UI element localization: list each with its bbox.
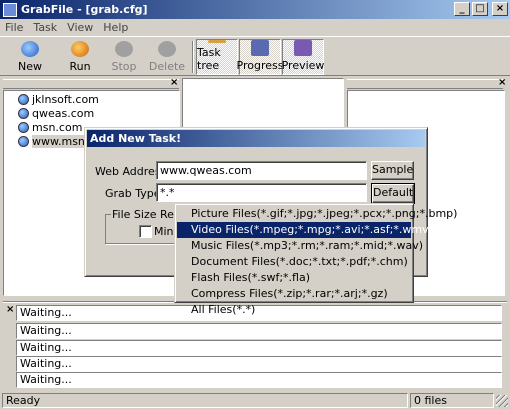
task-tree-pane-header — [3, 79, 179, 89]
globe-icon — [18, 108, 29, 119]
preview-button[interactable]: Preview — [282, 39, 324, 75]
grab-type-input[interactable]: *.* — [156, 183, 367, 202]
run-label: Run — [69, 60, 91, 73]
task-tree-label: Task tree — [197, 46, 221, 72]
task-tree-pane-close-icon[interactable]: × — [170, 78, 178, 88]
globe-icon — [18, 136, 29, 147]
status-row[interactable]: Waiting... — [16, 340, 502, 356]
title-bar: GrabFile - [grab.cfg] _ □ × — [0, 0, 510, 19]
menu-item-flash-files[interactable]: Flash Files(*.swf;*.fla) — [177, 270, 411, 286]
min-checkbox[interactable] — [139, 225, 152, 238]
window-title: GrabFile - [grab.cfg] — [21, 3, 148, 16]
progress-label: Progress — [236, 59, 284, 72]
status-text: Ready — [2, 393, 408, 408]
grab-type-menu: Picture Files(*.gif;*.jpg;*.jpeg;*.pcx;*… — [174, 203, 457, 316]
run-icon — [71, 41, 89, 57]
task-tree-icon — [208, 40, 226, 43]
stop-label: Stop — [111, 60, 137, 73]
maximize-button[interactable]: □ — [472, 2, 488, 16]
app-icon — [3, 2, 17, 17]
menu-view[interactable]: View — [62, 21, 98, 34]
web-address-input[interactable]: www.qweas.com — [156, 161, 367, 180]
tree-item[interactable]: qweas.com — [18, 107, 94, 120]
menu-item-video-files[interactable]: Video Files(*.mpeg;*.mpg;*.avi;*.asf;*.w… — [177, 222, 433, 238]
menu-item-document-files[interactable]: Document Files(*.doc;*.txt;*.pdf;*.chm) — [177, 254, 411, 270]
new-label: New — [18, 60, 42, 73]
progress-button[interactable]: Progress — [236, 39, 284, 75]
tree-item[interactable]: jklnsoft.com — [18, 93, 99, 106]
task-tree-button[interactable]: Task tree — [196, 39, 238, 75]
globe-icon — [18, 122, 29, 133]
stop-icon — [115, 41, 133, 57]
menu-task[interactable]: Task — [28, 21, 62, 34]
min-label: Min — [154, 225, 174, 238]
progress-icon — [251, 40, 269, 56]
menu-file[interactable]: File — [0, 21, 28, 34]
delete-button[interactable]: Delete — [146, 39, 188, 75]
preview-pane-header — [347, 79, 503, 89]
default-button[interactable]: Default — [371, 183, 415, 204]
status-row[interactable]: Waiting... — [16, 323, 502, 339]
tree-item-label: jklnsoft.com — [32, 93, 99, 106]
toolbar-separator — [192, 41, 194, 73]
tree-item-label: qweas.com — [32, 107, 95, 120]
menu-help[interactable]: Help — [98, 21, 133, 34]
menu-item-all-files[interactable]: All Files(*.*) — [177, 302, 411, 318]
preview-pane-close-icon[interactable]: × — [498, 78, 506, 88]
stop-button[interactable]: Stop — [104, 39, 144, 75]
delete-label: Delete — [148, 60, 186, 73]
menu-item-picture-files[interactable]: Picture Files(*.gif;*.jpg;*.jpeg;*.pcx;*… — [177, 206, 457, 222]
status-bar: Ready 0 files — [0, 392, 510, 409]
menu-item-music-files[interactable]: Music Files(*.mp3;*.rm;*.ram;*.mid;*.wav… — [177, 238, 423, 254]
sample-button[interactable]: Sample — [371, 161, 414, 180]
status-row[interactable]: Waiting... — [16, 356, 502, 372]
resize-grip[interactable] — [496, 395, 508, 407]
dialog-title: Add New Task! — [87, 130, 425, 147]
new-task-icon — [21, 41, 39, 57]
status-pane-close-icon[interactable]: × — [6, 305, 14, 315]
minimize-button[interactable]: _ — [454, 2, 470, 16]
close-button[interactable]: × — [492, 2, 508, 16]
menu-item-compress-files[interactable]: Compress Files(*.zip;*.rar;*.arj;*.gz) — [177, 286, 411, 302]
delete-icon — [158, 41, 176, 57]
preview-label: Preview — [281, 59, 325, 72]
status-row[interactable]: Waiting... — [16, 372, 502, 388]
tree-item-label: msn.com — [32, 121, 83, 134]
tree-item[interactable]: msn.com — [18, 121, 82, 134]
menu-bar: File Task View Help — [0, 19, 510, 36]
globe-icon — [18, 94, 29, 105]
preview-icon — [294, 40, 312, 56]
file-count: 0 files — [410, 393, 494, 408]
run-button[interactable]: Run — [60, 39, 100, 75]
new-button[interactable]: New — [10, 39, 50, 75]
toolbar: New Run Stop Delete Task tree Progress P… — [0, 36, 510, 76]
